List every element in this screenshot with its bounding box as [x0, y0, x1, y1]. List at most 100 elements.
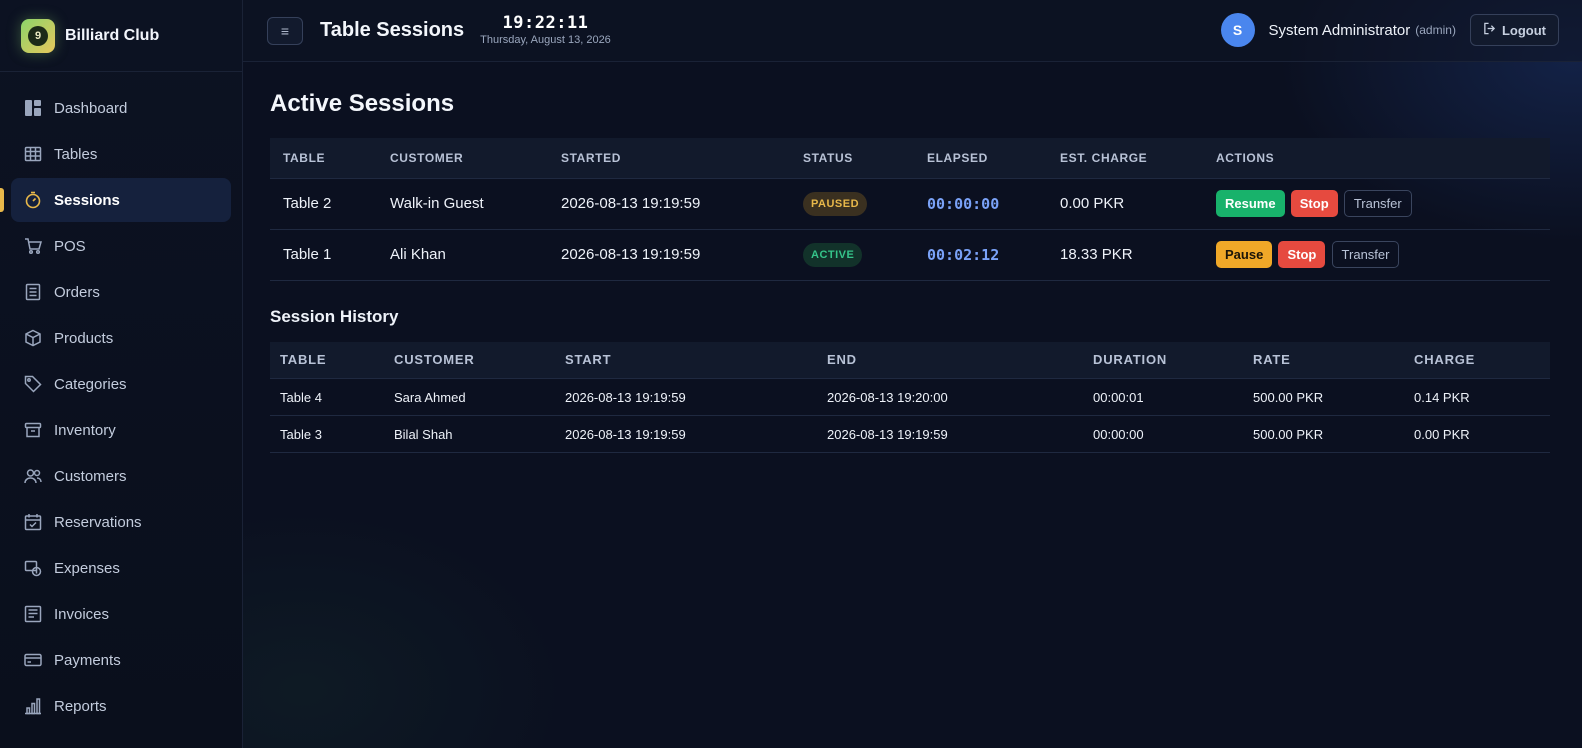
menu-toggle-button[interactable]: ≡: [267, 16, 303, 45]
sidebar-item-expenses[interactable]: Expenses: [11, 546, 231, 590]
sidebar-item-inventory[interactable]: Inventory: [11, 408, 231, 452]
sidebar-item-sessions[interactable]: Sessions: [0, 178, 231, 222]
cell-charge: 0.00 PKR: [1047, 178, 1203, 230]
table-header-row: TABLE CUSTOMER STARTED STATUS ELAPSED ES…: [270, 138, 1550, 179]
cell-rate: 500.00 PKR: [1243, 378, 1404, 416]
cell-table: Table 4: [270, 378, 384, 416]
cell-charge: 0.00 PKR: [1404, 415, 1550, 453]
column-header: STATUS: [790, 138, 914, 179]
cart-icon: [24, 237, 42, 255]
sidebar-item-products[interactable]: Products: [11, 316, 231, 360]
table-grid-icon: [24, 145, 42, 163]
sidebar-item-pos[interactable]: POS: [11, 224, 231, 268]
hamburger-icon: ≡: [280, 22, 290, 39]
main-content: ≡ Table Sessions 19:22:11 Thursday, Augu…: [243, 0, 1582, 748]
column-header: CUSTOMER: [384, 341, 555, 379]
sidebar-item-payments[interactable]: Payments: [11, 638, 231, 682]
column-header: ACTIONS: [1203, 138, 1550, 179]
expense-icon: [24, 559, 42, 577]
resume-button[interactable]: Resume: [1216, 190, 1285, 217]
brand[interactable]: 9 Billiard Club: [0, 0, 242, 72]
sidebar-item-label: Expenses: [54, 559, 120, 577]
stopwatch-icon: [24, 191, 42, 209]
sidebar-item-tables[interactable]: Tables: [11, 132, 231, 176]
column-header: TABLE: [270, 341, 384, 379]
elapsed-timer: 00:02:12: [927, 245, 1000, 264]
sidebar-item-reports[interactable]: Reports: [11, 684, 231, 728]
column-header: RATE: [1243, 341, 1404, 379]
sidebar-item-label: Categories: [54, 375, 127, 393]
status-badge: ACTIVE: [803, 242, 863, 267]
sidebar-item-orders[interactable]: Orders: [11, 270, 231, 314]
column-header: ELAPSED: [914, 138, 1047, 179]
topbar: ≡ Table Sessions 19:22:11 Thursday, Augu…: [243, 0, 1582, 62]
receipt-icon: [24, 283, 42, 301]
cell-table: Table 3: [270, 415, 384, 453]
billiard-ball-icon: 9: [28, 25, 48, 46]
transfer-button[interactable]: Transfer: [1343, 190, 1412, 217]
sidebar-item-categories[interactable]: Categories: [11, 362, 231, 406]
stop-button[interactable]: Stop: [1278, 241, 1326, 268]
invoice-icon: [24, 605, 42, 623]
transfer-button[interactable]: Transfer: [1331, 241, 1400, 268]
stop-button[interactable]: Stop: [1290, 190, 1338, 217]
page-title: Table Sessions: [320, 19, 465, 41]
column-header: STARTED: [548, 138, 790, 179]
elapsed-timer: 00:00:00: [927, 194, 1000, 213]
user-area: S System Administrator (admin) Logout: [1220, 13, 1559, 47]
column-header: END: [817, 341, 1083, 379]
cell-actions: Pause Stop Transfer: [1203, 229, 1550, 281]
sidebar-item-label: Products: [54, 329, 114, 347]
cell-customer: Ali Khan: [377, 229, 548, 281]
sidebar-item-label: Reservations: [54, 513, 142, 531]
cell-actions: Resume Stop Transfer: [1203, 178, 1550, 230]
column-header: TABLE: [270, 138, 377, 179]
cell-rate: 500.00 PKR: [1243, 415, 1404, 453]
sidebar-item-label: Payments: [54, 651, 121, 669]
cell-end: 2026-08-13 19:19:59: [817, 415, 1083, 453]
session-history-title: Session History: [270, 306, 399, 326]
table-row: Table 1 Ali Khan 2026-08-13 19:19:59 ACT…: [270, 229, 1550, 281]
cell-duration: 00:00:01: [1083, 378, 1243, 416]
cell-customer: Bilal Shah: [384, 415, 555, 453]
tag-icon: [24, 375, 42, 393]
cell-started: 2026-08-13 19:19:59: [548, 229, 790, 281]
brand-logo: 9: [21, 18, 55, 53]
cell-status: ACTIVE: [790, 229, 914, 281]
active-sessions-title: Active Sessions: [270, 90, 455, 117]
credit-card-icon: [24, 651, 42, 669]
column-header: CHARGE: [1404, 341, 1550, 379]
avatar[interactable]: S: [1220, 13, 1255, 47]
active-sessions-table: TABLE CUSTOMER STARTED STATUS ELAPSED ES…: [270, 138, 1550, 281]
table-header-row: TABLE CUSTOMER START END DURATION RATE C…: [270, 341, 1550, 379]
pause-button[interactable]: Pause: [1216, 241, 1273, 268]
cell-customer: Sara Ahmed: [384, 378, 555, 416]
sidebar-item-label: Orders: [54, 283, 100, 301]
sidebar-item-reservations[interactable]: Reservations: [11, 500, 231, 544]
logout-label: Logout: [1501, 22, 1546, 38]
user-name: System Administrator: [1268, 21, 1411, 39]
cell-started: 2026-08-13 19:19:59: [548, 178, 790, 230]
table-row: Table 3 Bilal Shah 2026-08-13 19:19:59 2…: [270, 415, 1550, 453]
sidebar-item-label: Reports: [54, 697, 107, 715]
sidebar-nav: Dashboard Tables Sessions POS Orders Pro…: [0, 72, 242, 728]
sidebar-item-label: Invoices: [54, 605, 110, 623]
sidebar-item-label: Inventory: [54, 421, 116, 439]
logout-icon: [1483, 22, 1496, 38]
session-history-table: TABLE CUSTOMER START END DURATION RATE C…: [270, 341, 1550, 453]
table-row: Table 4 Sara Ahmed 2026-08-13 19:19:59 2…: [270, 378, 1550, 416]
sidebar-item-dashboard[interactable]: Dashboard: [11, 86, 231, 130]
archive-icon: [24, 421, 42, 439]
cell-charge: 0.14 PKR: [1404, 378, 1550, 416]
clock-date: Thursday, August 13, 2026: [480, 34, 611, 46]
column-header: CUSTOMER: [377, 138, 548, 179]
clock-time: 19:22:11: [502, 13, 589, 33]
cell-duration: 00:00:00: [1083, 415, 1243, 453]
cell-start: 2026-08-13 19:19:59: [555, 378, 817, 416]
sidebar-item-invoices[interactable]: Invoices: [11, 592, 231, 636]
sidebar-item-customers[interactable]: Customers: [11, 454, 231, 498]
logout-button[interactable]: Logout: [1469, 14, 1559, 46]
cell-customer: Walk-in Guest: [377, 178, 548, 230]
column-header: START: [555, 341, 817, 379]
brand-name: Billiard Club: [65, 26, 160, 44]
